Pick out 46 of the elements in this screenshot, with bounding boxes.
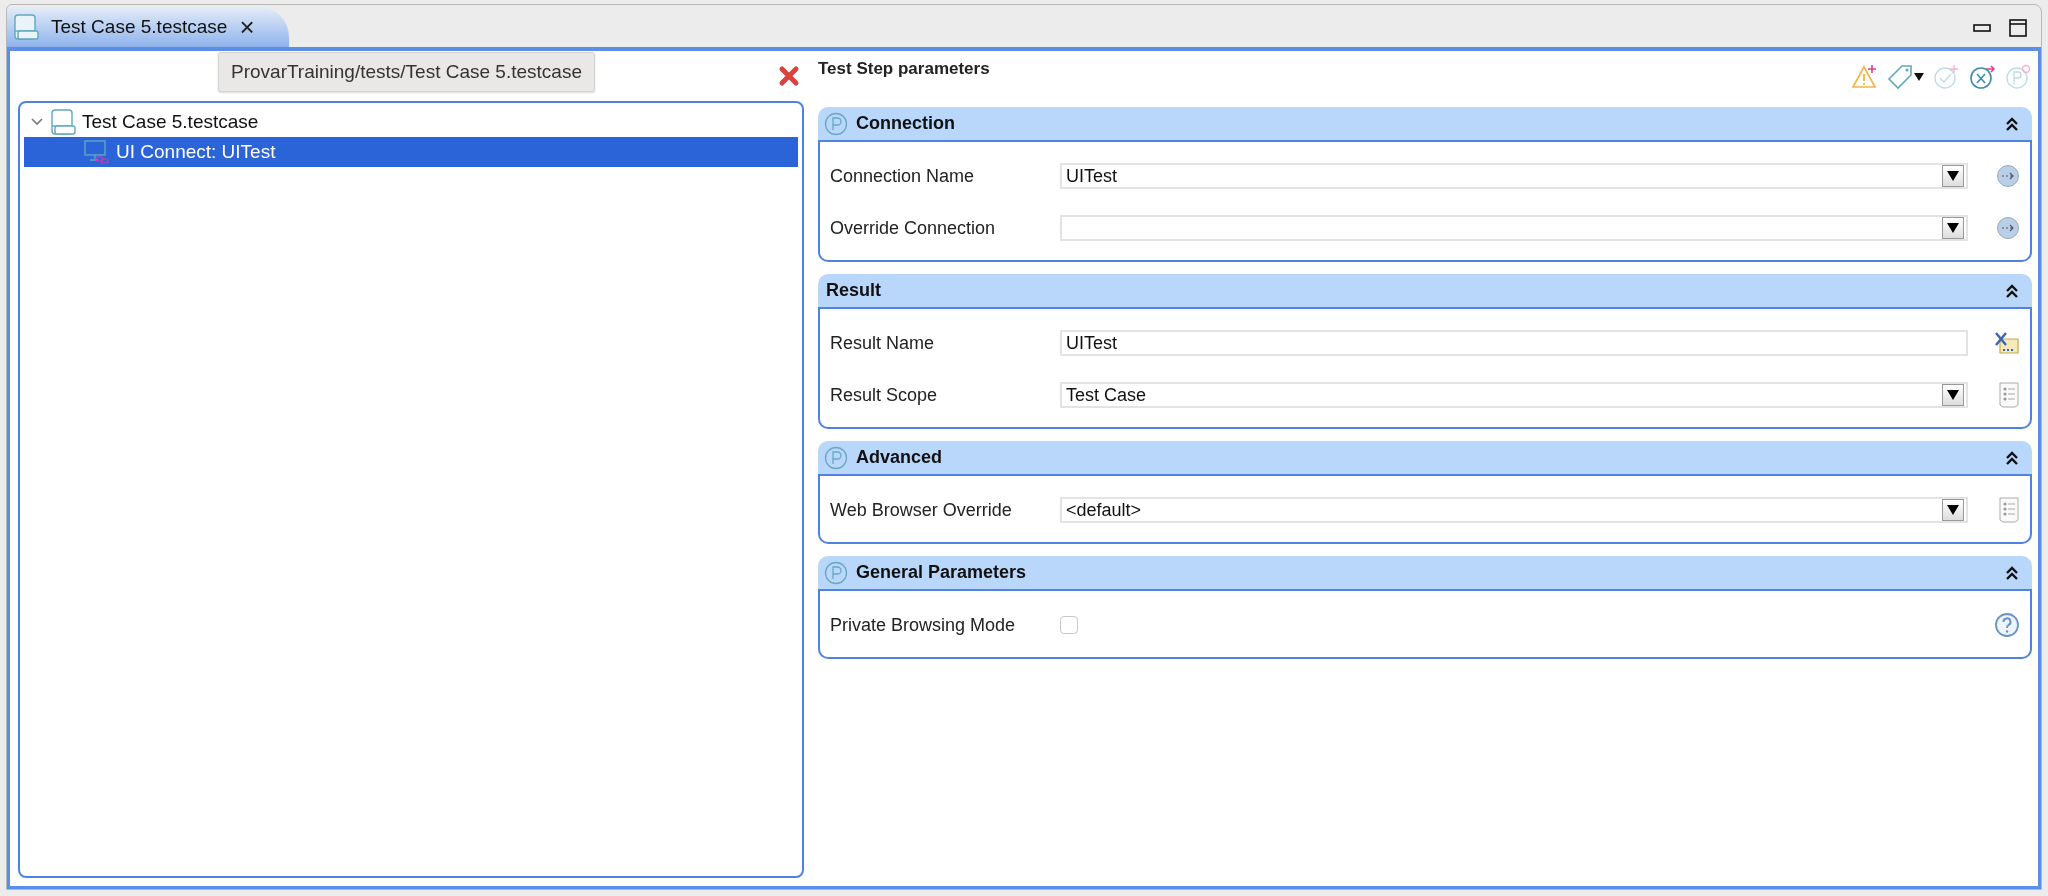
tag-icon[interactable]: [1886, 63, 1924, 91]
section-header[interactable]: Result: [818, 274, 2032, 309]
field-label: Override Connection: [830, 217, 997, 239]
field-label: Web Browser Override: [830, 499, 1013, 521]
maximize-icon[interactable]: [2009, 19, 2027, 37]
help-icon[interactable]: [1994, 612, 2020, 638]
checkbox[interactable]: [1060, 616, 1078, 634]
tree-item[interactable]: Test Case 5.testcase: [24, 107, 798, 137]
list-icon[interactable]: [1998, 496, 2020, 524]
document-icon: [50, 108, 76, 136]
minimize-icon[interactable]: [1973, 24, 1991, 32]
dropdown-arrow-icon: [1947, 171, 1959, 181]
field-label: Connection Name: [830, 165, 976, 187]
list-icon[interactable]: [1998, 381, 2020, 409]
parameter-icon: [824, 445, 848, 470]
dropdown-field[interactable]: UITest: [1060, 163, 1968, 189]
arrow-circle-icon[interactable]: [1996, 216, 2020, 240]
dropdown-arrow-icon: [1947, 390, 1959, 400]
dropdown-field[interactable]: <default>: [1060, 497, 1968, 523]
panel-title: Test Step parameters: [818, 59, 990, 79]
arrow-circle-icon[interactable]: [1996, 164, 2020, 188]
document-icon: [13, 13, 39, 41]
dropdown-arrow-icon: [1947, 223, 1959, 233]
dropdown-field[interactable]: [1060, 215, 1968, 241]
collapse-icon[interactable]: [2004, 449, 2020, 466]
close-icon[interactable]: [778, 65, 800, 87]
field-label: Result Name: [830, 332, 936, 354]
editor-tab[interactable]: Test Case 5.testcase ×: [7, 7, 289, 47]
section-header[interactable]: Connection: [818, 107, 2032, 142]
section-header[interactable]: General Parameters: [818, 556, 2032, 591]
parameter-icon: [824, 560, 848, 585]
warning-plus-icon[interactable]: [1850, 63, 1878, 91]
dropdown-field[interactable]: Test Case: [1060, 382, 1968, 408]
collapse-icon[interactable]: [2004, 564, 2020, 581]
variable-arrow-icon[interactable]: [1968, 63, 1996, 91]
field-label: Result Scope: [830, 384, 939, 406]
parameter-icon: [824, 111, 848, 136]
monitor-link-icon: [84, 139, 110, 165]
tree-item[interactable]: UI Connect: UITest: [24, 137, 798, 167]
collapse-icon[interactable]: [2004, 282, 2020, 299]
dropdown-arrow-icon: [1947, 505, 1959, 515]
collapse-icon[interactable]: [2004, 115, 2020, 132]
path-tooltip: ProvarTraining/tests/Test Case 5.testcase: [218, 52, 595, 92]
field-label: Private Browsing Mode: [830, 614, 1017, 636]
text-field[interactable]: UITest: [1060, 330, 1968, 356]
section-header[interactable]: Advanced: [818, 441, 2032, 476]
